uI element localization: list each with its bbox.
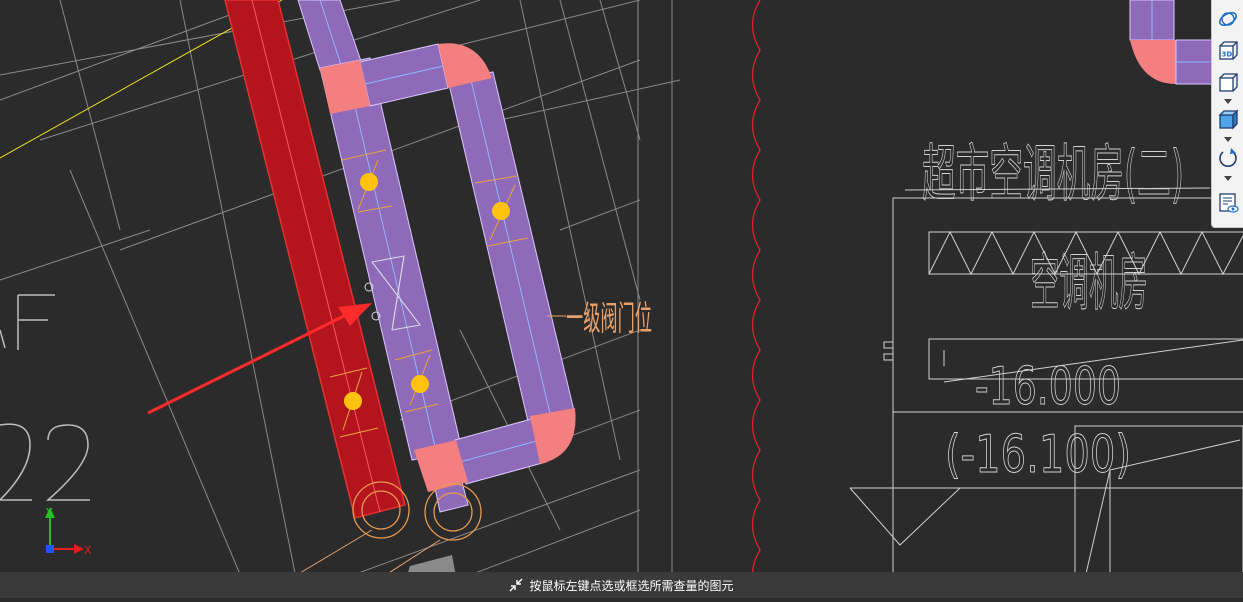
valve-position-label: 一级阀门位 [566,299,652,339]
cad-drawing-canvas[interactable]: 一级阀门位 超市空调机房(二) 空调机房 -16.000 (-16.100) Y… [0,0,1243,599]
orbit-icon[interactable] [1215,6,1241,32]
status-message: 按鼠标左键点选或框选所需查量的图元 [529,578,734,593]
valve-dot [492,202,510,220]
view-toolbar: 3D [1211,0,1243,228]
3d-view-label: 3D [1222,51,1233,59]
box-view-dropdown-icon[interactable] [1221,97,1235,105]
cube-view-icon[interactable] [1215,107,1241,133]
valve-dot [344,392,362,410]
valve-dot [411,375,429,393]
ucs-y-label: Y [45,506,53,519]
drawing-svg[interactable]: 一级阀门位 超市空调机房(二) 空调机房 -16.000 (-16.100) Y… [0,0,1243,599]
rotate-icon[interactable] [1215,145,1241,171]
elevation-alt-label: (-16.100) [945,425,1131,485]
3d-view-icon[interactable]: 3D [1215,38,1241,64]
select-cursor-icon [509,578,523,592]
cube-view-dropdown-icon[interactable] [1221,135,1235,143]
room-name: 空调机房 [1030,246,1148,319]
room-title: 超市空调机房(二) [922,137,1184,210]
elevation-label: -16.000 [975,357,1121,417]
properties-view-icon[interactable] [1215,190,1241,216]
box-view-icon[interactable] [1215,70,1241,96]
valve-dot [360,173,378,191]
status-bar: 按鼠标左键点选或框选所需查量的图元 [0,572,1243,598]
ucs-x-label: X [84,544,92,557]
rotate-dropdown-icon[interactable] [1221,174,1235,182]
